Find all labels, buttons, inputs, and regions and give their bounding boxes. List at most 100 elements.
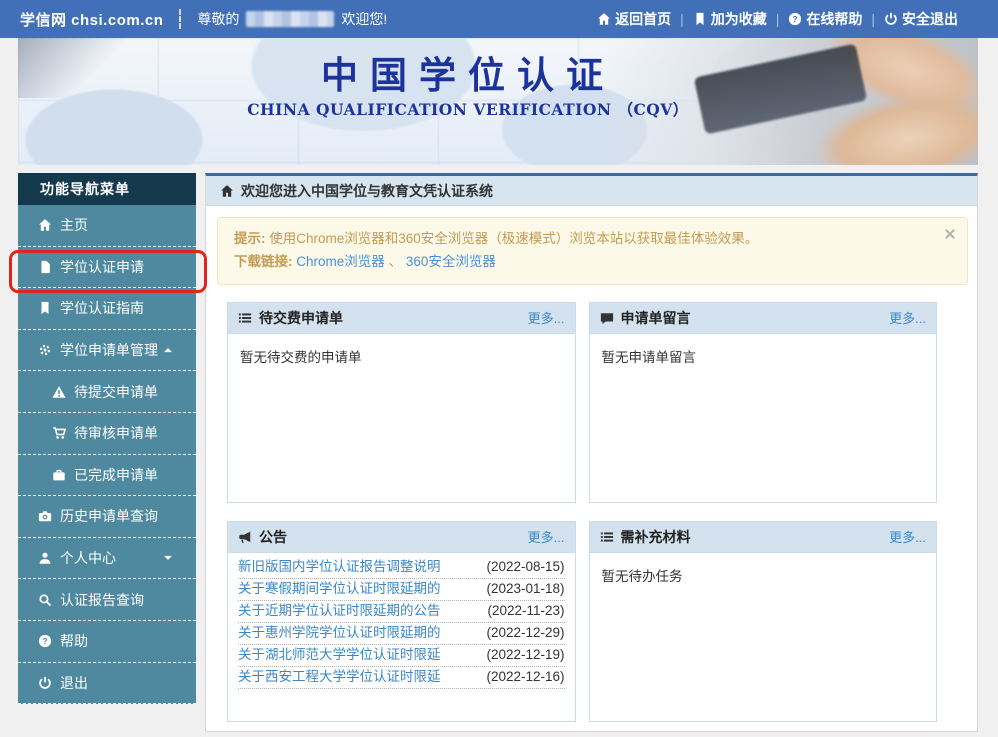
dashboard-panels: 待交费申请单 更多... 暂无待交费的申请单 申请单留言 更多... 暂无申请单…	[227, 302, 937, 722]
sidebar-item-personal-center[interactable]: 个人中心	[18, 538, 196, 580]
more-link[interactable]: 更多...	[889, 527, 926, 546]
announcement-row: 关于西安工程大学学位认证时限延 (2022-12-16)	[238, 667, 565, 689]
sidebar-item-label: 主页	[60, 215, 88, 235]
sidebar-item-label: 认证报告查询	[60, 590, 144, 610]
panel-pending-payment: 待交费申请单 更多... 暂无待交费的申请单	[227, 302, 576, 503]
topbar-separator: |	[776, 11, 780, 27]
redacted-username	[246, 11, 334, 27]
sidebar-item-verification-guide[interactable]: 学位认证指南	[18, 288, 196, 330]
announcement-date: (2022-08-15)	[486, 559, 564, 575]
greeting-suffix: 欢迎您!	[341, 9, 387, 29]
more-link[interactable]: 更多...	[528, 527, 565, 546]
topbar-link-logout[interactable]: 安全退出	[884, 9, 958, 29]
topbar-link-label: 返回首页	[615, 9, 671, 29]
sidebar-item-help[interactable]: ? 帮助	[18, 621, 196, 663]
briefcase-icon	[52, 468, 66, 482]
sidebar-nav: 功能导航菜单 主页 学位认证申请 学位认证指南 学位申请单管理 待提交申请单 待…	[18, 173, 196, 704]
topbar-link-favorite[interactable]: 加为收藏	[693, 9, 767, 29]
empty-message: 暂无待交费的申请单	[240, 350, 362, 365]
chrome-download-link[interactable]: Chrome浏览器	[296, 254, 385, 269]
empty-message: 暂无待办任务	[602, 569, 683, 584]
sidebar-item-label: 历史申请单查询	[60, 506, 158, 526]
sidebar-item-label: 待审核申请单	[74, 423, 158, 443]
sidebar-item-pending-submit[interactable]: 待提交申请单	[18, 371, 196, 413]
topbar-separator: |	[871, 11, 875, 27]
sidebar-item-label: 学位认证指南	[60, 298, 144, 318]
more-link[interactable]: 更多...	[528, 308, 565, 327]
panel-title: 申请单留言	[621, 308, 691, 328]
notice-label: 下载链接:	[234, 254, 293, 269]
welcome-bar: 欢迎您进入中国学位与教育文凭认证系统	[206, 176, 977, 206]
announcement-link[interactable]: 关于西安工程大学学位认证时限延	[238, 669, 441, 685]
sidebar-item-pending-review[interactable]: 待审核申请单	[18, 413, 196, 455]
panel-title: 待交费申请单	[259, 308, 343, 328]
question-circle-icon: ?	[38, 634, 52, 648]
sidebar-item-report-query[interactable]: 认证报告查询	[18, 579, 196, 621]
user-greeting: 尊敬的 欢迎您!	[197, 9, 387, 29]
sidebar-item-completed[interactable]: 已完成申请单	[18, 455, 196, 497]
announcement-date: (2022-12-19)	[486, 647, 564, 663]
panel-announcements: 公告 更多... 新旧版国内学位认证报告调整说明 (2022-08-15) 关于…	[227, 521, 576, 722]
list-icon	[600, 530, 614, 544]
sidebar-item-degree-verification-apply[interactable]: 学位认证申请	[18, 247, 196, 289]
topbar-separator: |	[680, 11, 684, 27]
sidebar-item-label: 学位认证申请	[60, 257, 144, 277]
sidebar-item-exit[interactable]: 退出	[18, 663, 196, 705]
announcement-link[interactable]: 新旧版国内学位认证报告调整说明	[238, 559, 441, 575]
close-icon[interactable]	[943, 227, 957, 241]
sidebar-item-label: 帮助	[60, 631, 88, 651]
topbar-link-home[interactable]: 返回首页	[597, 9, 671, 29]
sidebar-item-home[interactable]: 主页	[18, 205, 196, 247]
greeting-prefix: 尊敬的	[197, 9, 239, 29]
power-icon	[38, 676, 52, 690]
browser-notice: 提示: 使用Chrome浏览器和360安全浏览器（极速模式）浏览本站以获取最佳体…	[217, 217, 968, 285]
announcement-row: 关于寒假期间学位认证时限延期的 (2023-01-18)	[238, 579, 565, 601]
topbar-divider	[179, 9, 181, 29]
sidebar-item-history-query[interactable]: 历史申请单查询	[18, 496, 196, 538]
megaphone-icon	[238, 530, 252, 544]
notice-line1: 提示: 使用Chrome浏览器和360安全浏览器（极速模式）浏览本站以获取最佳体…	[234, 228, 933, 251]
link-separator: 、	[389, 254, 403, 269]
notice-text: 使用Chrome浏览器和360安全浏览器（极速模式）浏览本站以获取最佳体验效果。	[269, 231, 758, 246]
announcement-date: (2022-11-23)	[487, 603, 564, 619]
cart-icon	[52, 426, 66, 440]
browser360-download-link[interactable]: 360安全浏览器	[406, 254, 496, 269]
content-row: 功能导航菜单 主页 学位认证申请 学位认证指南 学位申请单管理 待提交申请单 待…	[18, 173, 978, 732]
announcement-link[interactable]: 关于湖北师范大学学位认证时限延	[238, 647, 441, 663]
announcement-link[interactable]: 关于近期学位认证时限延期的公告	[238, 603, 441, 619]
topbar-link-label: 安全退出	[902, 9, 958, 29]
user-icon	[38, 551, 52, 565]
empty-message: 暂无申请单留言	[602, 350, 697, 365]
main-body: 提示: 使用Chrome浏览器和360安全浏览器（极速模式）浏览本站以获取最佳体…	[206, 206, 977, 722]
home-icon	[597, 12, 611, 26]
more-link[interactable]: 更多...	[889, 308, 926, 327]
panel-title: 公告	[259, 527, 287, 547]
topbar: 学信网 chsi.com.cn 尊敬的 欢迎您! 返回首页 | 加为收藏 | ?…	[0, 0, 998, 38]
topbar-link-help[interactable]: ? 在线帮助	[788, 9, 862, 29]
site-brand[interactable]: 学信网 chsi.com.cn	[20, 9, 163, 30]
bookmark-icon	[38, 301, 52, 315]
announcement-row: 关于近期学位认证时限延期的公告 (2022-11-23)	[238, 601, 565, 623]
comment-icon	[600, 311, 614, 325]
panel-body: 暂无待办任务	[590, 553, 937, 721]
welcome-text: 欢迎您进入中国学位与教育文凭认证系统	[241, 181, 493, 201]
sidebar-item-application-management[interactable]: 学位申请单管理	[18, 330, 196, 372]
announcement-date: (2023-01-18)	[486, 581, 564, 597]
sidebar-item-label: 待提交申请单	[74, 382, 158, 402]
announcement-link[interactable]: 关于寒假期间学位认证时限延期的	[238, 581, 441, 597]
announcement-list: 新旧版国内学位认证报告调整说明 (2022-08-15) 关于寒假期间学位认证时…	[228, 553, 575, 721]
panel-body: 暂无申请单留言	[590, 334, 937, 502]
sidebar-item-label: 已完成申请单	[74, 465, 158, 485]
gear-icon	[38, 343, 52, 357]
chevron-down-icon	[161, 551, 175, 565]
svg-text:?: ?	[793, 14, 798, 24]
panel-body: 暂无待交费的申请单	[228, 334, 575, 502]
camera-icon	[38, 509, 52, 523]
svg-text:?: ?	[42, 636, 47, 646]
chevron-up-icon	[161, 343, 175, 357]
panel-title: 需补充材料	[621, 527, 691, 547]
home-icon	[38, 218, 52, 232]
question-circle-icon: ?	[788, 12, 802, 26]
sidebar-header: 功能导航菜单	[18, 173, 196, 205]
announcement-link[interactable]: 关于惠州学院学位认证时限延期的	[238, 625, 441, 641]
